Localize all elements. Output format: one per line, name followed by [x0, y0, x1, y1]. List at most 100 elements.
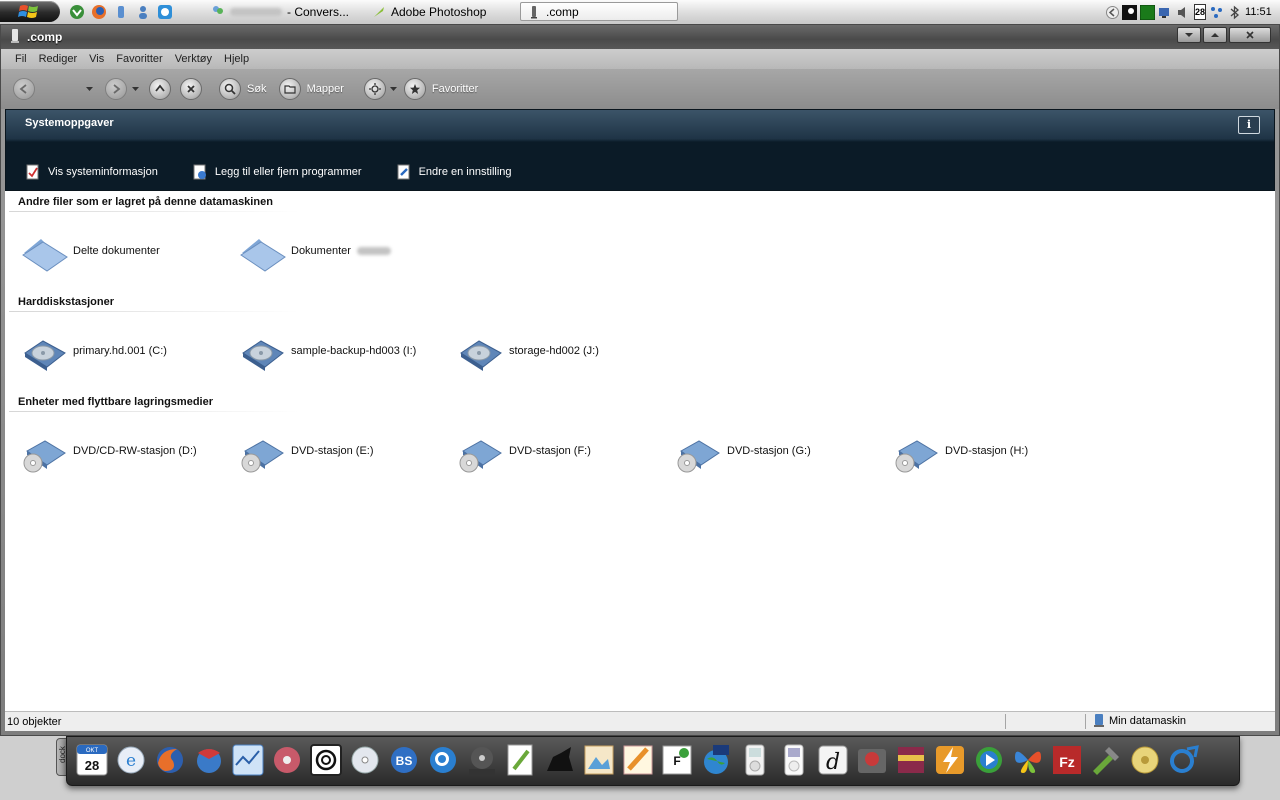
item-drive-g[interactable]: DVD-stasjon (G:) — [675, 426, 893, 476]
forward-dropdown[interactable] — [129, 78, 141, 100]
tray-volume-icon[interactable] — [1176, 5, 1191, 20]
globe-app-icon[interactable] — [699, 743, 733, 777]
item-drive-i[interactable]: sample-backup-hd003 (I:) — [239, 326, 457, 376]
sketch-app-icon[interactable] — [621, 743, 655, 777]
item-label: primary.hd.001 (C:) — [73, 345, 167, 357]
menu-view[interactable]: Vis — [83, 53, 110, 65]
item-drive-f[interactable]: DVD-stasjon (F:) — [457, 426, 675, 476]
menu-help[interactable]: Hjelp — [218, 53, 255, 65]
chart-app-icon[interactable] — [231, 743, 265, 777]
firefox-icon[interactable] — [153, 743, 187, 777]
minimize-button[interactable] — [1177, 27, 1201, 43]
item-shared-documents[interactable]: Delte dokumenter — [21, 226, 239, 276]
task-photoshop[interactable]: Adobe Photoshop — [366, 2, 514, 21]
gold-disc-icon[interactable] — [1128, 743, 1162, 777]
item-documents[interactable]: Dokumenter — [239, 226, 457, 276]
taskbar: - Convers... Adobe Photoshop .comp 28 11… — [0, 0, 1280, 25]
tray-bluetooth-icon[interactable] — [1227, 5, 1242, 20]
add-remove-programs-link[interactable]: Legg til eller fjern programmer — [192, 164, 362, 180]
views-icon — [368, 83, 381, 95]
task-comp-active[interactable]: .comp — [520, 2, 678, 21]
thunderbird-icon[interactable] — [192, 743, 226, 777]
clock[interactable]: 11:51 — [1245, 6, 1272, 18]
favorites-label[interactable]: Favoritter — [432, 83, 478, 95]
ql-person-icon[interactable] — [134, 3, 152, 21]
dvd-app-icon[interactable] — [348, 743, 382, 777]
item-drive-c[interactable]: primary.hd.001 (C:) — [21, 326, 239, 376]
stop-button[interactable] — [180, 78, 202, 100]
d-app-icon[interactable]: d — [816, 743, 850, 777]
title-bar[interactable]: .comp — [1, 25, 1279, 49]
spiral-app-icon[interactable] — [309, 743, 343, 777]
favorites-button[interactable] — [403, 78, 426, 100]
start-button[interactable] — [0, 1, 60, 22]
change-setting-link[interactable]: Endre en innstilling — [396, 164, 512, 180]
task-conversation[interactable]: - Convers... — [205, 2, 360, 21]
link-label: Endre en innstilling — [418, 166, 512, 178]
tray-network-icon[interactable] — [1158, 5, 1173, 20]
menu-tools[interactable]: Verktøy — [169, 53, 218, 65]
svg-text:d: d — [826, 750, 840, 775]
menu-favorites[interactable]: Favoritter — [110, 53, 168, 65]
system-tray: 28 11:51 — [1106, 2, 1280, 22]
forward-button[interactable] — [105, 78, 127, 100]
menu-edit[interactable]: Rediger — [33, 53, 84, 65]
messenger-butterfly-icon[interactable] — [1011, 743, 1045, 777]
lightning-app-icon[interactable] — [933, 743, 967, 777]
toolbar: Søk Mapper Favoritter — [1, 69, 1279, 109]
winrar-icon[interactable] — [894, 743, 928, 777]
disc-app-icon[interactable] — [270, 743, 304, 777]
ql-firefox-icon[interactable] — [90, 3, 108, 21]
views-dropdown[interactable] — [388, 78, 400, 100]
ftp-app-icon[interactable]: F — [660, 743, 694, 777]
ql-bottle-icon[interactable] — [112, 3, 130, 21]
folders-button[interactable] — [278, 78, 301, 100]
quicktime-icon[interactable] — [426, 743, 460, 777]
back-dropdown[interactable] — [83, 78, 95, 100]
bs-app-icon[interactable]: BS — [387, 743, 421, 777]
back-button[interactable] — [13, 78, 35, 100]
menu-bar: Fil Rediger Vis Favoritter Verktøy Hjelp — [1, 49, 1279, 69]
maximize-button[interactable] — [1203, 27, 1227, 43]
search-label[interactable]: Søk — [247, 83, 267, 95]
close-button[interactable] — [1229, 27, 1271, 43]
blurred-user-name — [356, 247, 391, 255]
item-drive-h[interactable]: DVD-stasjon (H:) — [893, 426, 1111, 476]
tray-date[interactable]: 28 — [1194, 4, 1207, 20]
tray-dots-icon[interactable] — [1209, 5, 1224, 20]
item-drive-d[interactable]: DVD/CD-RW-stasjon (D:) — [21, 426, 239, 476]
folders-label[interactable]: Mapper — [307, 83, 344, 95]
ql-download-icon[interactable] — [68, 3, 86, 21]
menu-file[interactable]: Fil — [9, 53, 33, 65]
item-drive-e[interactable]: DVD-stasjon (E:) — [239, 426, 457, 476]
ipod-white-icon[interactable] — [777, 743, 811, 777]
tool-app-icon[interactable] — [1089, 743, 1123, 777]
ql-browser-icon[interactable] — [156, 3, 174, 21]
search-button[interactable] — [219, 78, 241, 100]
filezilla-icon[interactable]: Fz — [1050, 743, 1084, 777]
group-heading-hard-drives: Harddiskstasjoner — [18, 296, 114, 308]
item-drive-j[interactable]: storage-hd002 (J:) — [457, 326, 675, 376]
ipod-icon[interactable] — [738, 743, 772, 777]
hard-drive-icon — [242, 340, 284, 371]
roxio-icon[interactable] — [465, 743, 499, 777]
status-divider — [1085, 714, 1086, 729]
media-player-icon[interactable] — [972, 743, 1006, 777]
hard-disk-app-icon[interactable] — [855, 743, 889, 777]
system-info-icon — [26, 164, 39, 180]
link-label: Vis systeminformasjon — [48, 166, 158, 178]
horse-app-icon[interactable] — [543, 743, 577, 777]
views-button[interactable] — [363, 78, 386, 100]
internet-explorer-icon[interactable]: e — [114, 743, 148, 777]
tray-green-icon[interactable] — [1140, 4, 1155, 20]
pen-app-icon[interactable] — [504, 743, 538, 777]
info-button[interactable]: i — [1238, 116, 1260, 134]
tray-collapse-icon[interactable] — [1106, 5, 1119, 20]
settings-app-icon[interactable] — [1167, 743, 1201, 777]
image-app-icon[interactable] — [582, 743, 616, 777]
dock: OKT 28 e BS F d Fz — [66, 736, 1240, 786]
calendar-icon[interactable]: OKT 28 — [75, 743, 109, 777]
up-button[interactable] — [149, 78, 171, 100]
view-system-info-link[interactable]: Vis systeminformasjon — [25, 164, 158, 180]
tray-steam-icon[interactable] — [1122, 4, 1137, 20]
